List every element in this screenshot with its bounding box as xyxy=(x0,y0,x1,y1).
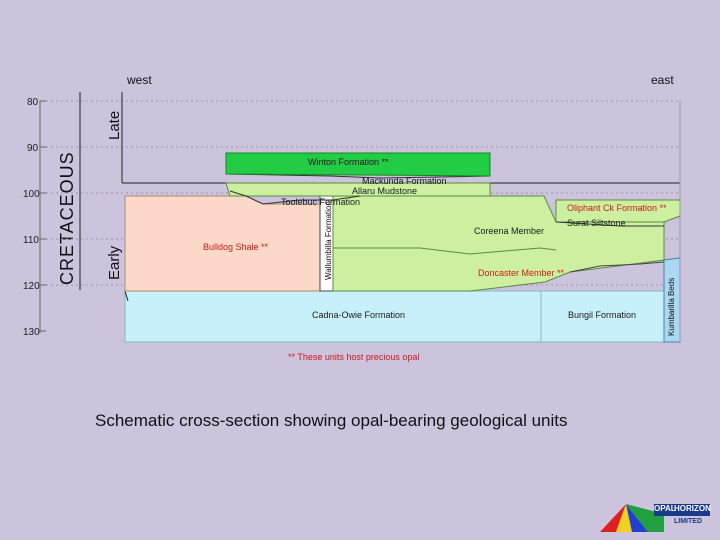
coreena-label: Coreena Member xyxy=(474,226,545,236)
cross-section-diagram xyxy=(39,92,681,343)
opal-note: ** These units host precious opal xyxy=(288,352,420,362)
bungil-label: Bungil Formation xyxy=(568,310,637,320)
winton-label: Winton Formation ** xyxy=(308,157,389,167)
doncaster-label: Doncaster Member ** xyxy=(478,268,565,278)
logo-brand-3: LIMITED xyxy=(674,518,702,525)
logo-brand-2: HORIZON xyxy=(674,504,711,513)
logo-brand-1: OPAL xyxy=(654,504,676,513)
cadna-owie-label: Cadna-Owie Formation xyxy=(312,310,406,320)
bulldog-label: Bulldog Shale ** xyxy=(203,242,269,252)
caption: Schematic cross-section showing opal-bea… xyxy=(95,411,568,430)
surat-label: Surat Siltstone xyxy=(567,218,626,228)
mackunda-label: Mackunda Formation xyxy=(362,176,447,186)
allaru-label: Allaru Mudstone xyxy=(352,186,418,196)
kumbarilla-label: Kumbarilla Beds xyxy=(667,277,676,336)
toolebuc-label: Toolebuc Formation xyxy=(281,197,361,207)
wallumbilla-label: Wallumbilla Formation xyxy=(324,201,333,280)
oliphant-label: Oliphant Ck Formation ** xyxy=(567,203,667,213)
opal-horizon-logo: OPAL HORIZON LIMITED xyxy=(592,500,712,532)
